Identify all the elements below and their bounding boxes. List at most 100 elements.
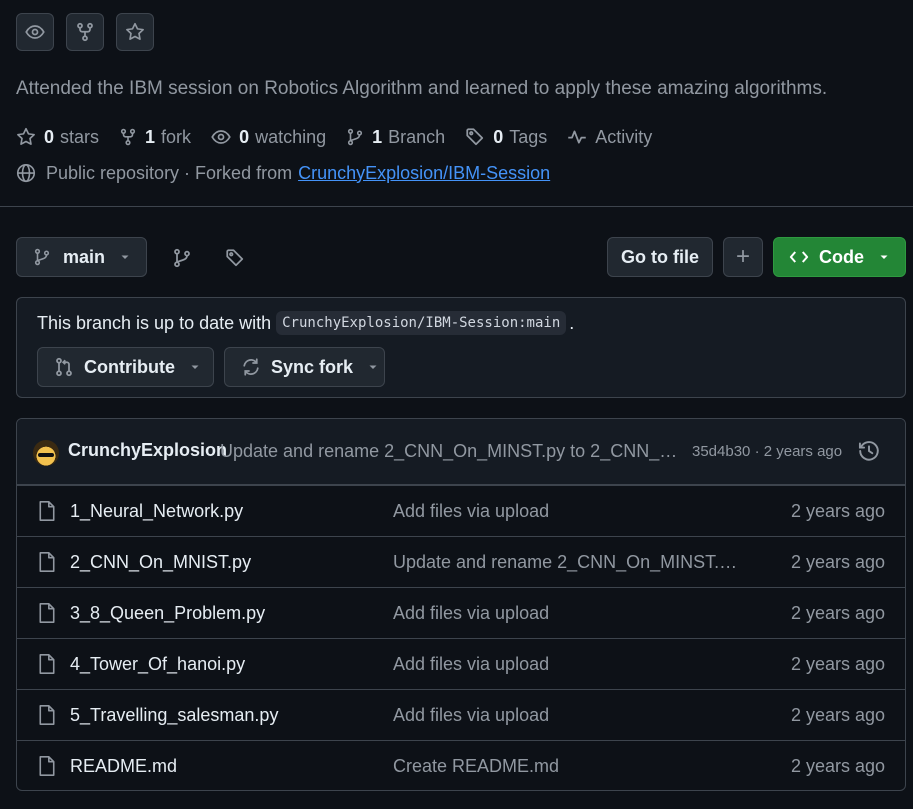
file-icon <box>37 602 57 624</box>
globe-icon <box>16 163 46 183</box>
file-age: 2 years ago <box>790 756 885 776</box>
pulse-icon <box>567 127 595 147</box>
commit-hash-time[interactable]: 35d4b30 · 2 years ago <box>692 443 842 460</box>
file-age: 2 years ago <box>790 654 885 674</box>
branches-button[interactable] <box>168 244 196 272</box>
repo-stats: 0 stars 1 fork 0 watching 1 Branch 0 Tag… <box>16 125 672 149</box>
file-row[interactable]: 4_Tower_Of_hanoi.py Add files via upload… <box>17 638 905 689</box>
file-age: 2 years ago <box>790 501 885 521</box>
star-button[interactable] <box>116 13 154 51</box>
contribute-label: Contribute <box>84 356 175 377</box>
forked-from-link[interactable]: CrunchyExplosion/IBM-Session <box>298 163 550 184</box>
commit-author[interactable]: CrunchyExplosion <box>68 440 227 461</box>
tag-icon <box>465 127 493 147</box>
git-branch-icon <box>172 248 192 268</box>
file-commit-message[interactable]: Create README.md <box>393 756 743 777</box>
eye-icon <box>25 22 45 42</box>
file-row[interactable]: 3_8_Queen_Problem.py Add files via uploa… <box>17 587 905 638</box>
tags-label: Tags <box>509 126 548 147</box>
file-row[interactable]: README.md Create README.md 2 years ago <box>17 740 905 790</box>
sync-fork-label: Sync fork <box>271 356 354 377</box>
file-name[interactable]: 1_Neural_Network.py <box>70 501 243 522</box>
latest-commit-row: CrunchyExplosion Update and rename 2_CNN… <box>17 419 905 485</box>
forks-count: 1 <box>145 126 156 147</box>
code-button[interactable]: Code <box>773 237 906 277</box>
branches-label: Branch <box>388 126 446 147</box>
git-branch-icon <box>346 128 372 146</box>
forks-label: fork <box>161 126 192 147</box>
branches-link[interactable]: 1 Branch <box>346 127 445 148</box>
stars-label: stars <box>60 126 100 147</box>
file-row[interactable]: 2_CNN_On_MNIST.py Update and rename 2_CN… <box>17 536 905 587</box>
forks-link[interactable]: 1 fork <box>119 127 191 148</box>
branch-status-suffix: . <box>569 312 575 333</box>
git-branch-icon <box>33 248 51 266</box>
file-icon <box>37 551 57 573</box>
stars-link[interactable]: 0 stars <box>16 127 99 148</box>
file-row[interactable]: 5_Travelling_salesman.py Add files via u… <box>17 689 905 740</box>
repo-forked-icon <box>119 128 145 146</box>
file-commit-message[interactable]: Add files via upload <box>393 501 743 522</box>
tags-count: 0 <box>493 126 504 147</box>
file-icon <box>37 755 57 777</box>
file-commit-message[interactable]: Add files via upload <box>393 705 743 726</box>
file-icon <box>37 500 57 522</box>
file-name[interactable]: 2_CNN_On_MNIST.py <box>70 552 251 573</box>
visibility-text: Public repository · Forked from <box>46 162 293 183</box>
avatar[interactable] <box>33 440 59 466</box>
watching-count: 0 <box>239 126 250 147</box>
file-list: CrunchyExplosion Update and rename 2_CNN… <box>16 418 906 791</box>
file-commit-message[interactable]: Add files via upload <box>393 654 743 675</box>
header-divider <box>0 206 913 207</box>
history-icon[interactable] <box>858 440 880 462</box>
watching-label: watching <box>255 126 327 147</box>
tag-icon <box>225 248 245 268</box>
activity-link[interactable]: Activity <box>567 127 652 148</box>
file-name[interactable]: 5_Travelling_salesman.py <box>70 705 278 726</box>
sync-fork-button[interactable]: Sync fork <box>224 347 385 387</box>
chevron-down-icon <box>878 251 890 263</box>
commit-message[interactable]: Update and rename 2_CNN_On_MINST.py to 2… <box>220 441 680 462</box>
branch-status-panel: This branch is up to date with CrunchyEx… <box>16 297 906 398</box>
file-name[interactable]: 4_Tower_Of_hanoi.py <box>70 654 245 675</box>
go-to-file-button[interactable]: Go to file <box>607 237 713 277</box>
upstream-ref: CrunchyExplosion/IBM-Session:main <box>276 311 567 335</box>
add-file-button[interactable]: + <box>723 237 763 277</box>
file-name[interactable]: README.md <box>70 756 177 777</box>
go-to-file-label: Go to file <box>621 246 699 267</box>
contribute-button[interactable]: Contribute <box>37 347 214 387</box>
file-icon <box>37 653 57 675</box>
repo-description: Attended the IBM session on Robotics Alg… <box>16 78 828 99</box>
file-age: 2 years ago <box>790 705 885 725</box>
star-icon <box>16 127 44 147</box>
tags-link[interactable]: 0 Tags <box>465 127 547 148</box>
activity-label: Activity <box>595 126 653 147</box>
branch-status-text: This branch is up to date with CrunchyEx… <box>37 310 574 336</box>
repo-visibility: Public repository · Forked from CrunchyE… <box>16 160 550 186</box>
file-name[interactable]: 3_8_Queen_Problem.py <box>70 603 265 624</box>
watch-button[interactable] <box>16 13 54 51</box>
chevron-down-icon <box>367 361 379 373</box>
plus-icon: + <box>735 243 750 270</box>
watching-link[interactable]: 0 watching <box>211 127 326 148</box>
stars-count: 0 <box>44 126 55 147</box>
branch-name: main <box>63 246 106 267</box>
tags-button[interactable] <box>221 244 249 272</box>
file-commit-message[interactable]: Add files via upload <box>393 603 743 624</box>
file-age: 2 years ago <box>790 603 885 623</box>
git-pull-request-icon <box>54 357 74 377</box>
sync-icon <box>241 357 261 377</box>
branches-count: 1 <box>372 126 383 147</box>
branch-selector[interactable]: main <box>16 237 147 277</box>
file-row[interactable]: 1_Neural_Network.py Add files via upload… <box>17 485 905 536</box>
branch-status-label: This branch is up to date with <box>37 312 272 333</box>
repo-forked-icon <box>75 22 95 42</box>
star-icon <box>125 22 145 42</box>
file-age: 2 years ago <box>790 552 885 572</box>
eye-icon <box>211 127 239 147</box>
code-label: Code <box>819 246 864 267</box>
fork-button[interactable] <box>66 13 104 51</box>
file-commit-message[interactable]: Update and rename 2_CNN_On_MINST.py ... <box>393 552 743 573</box>
file-icon <box>37 704 57 726</box>
chevron-down-icon <box>189 361 201 373</box>
